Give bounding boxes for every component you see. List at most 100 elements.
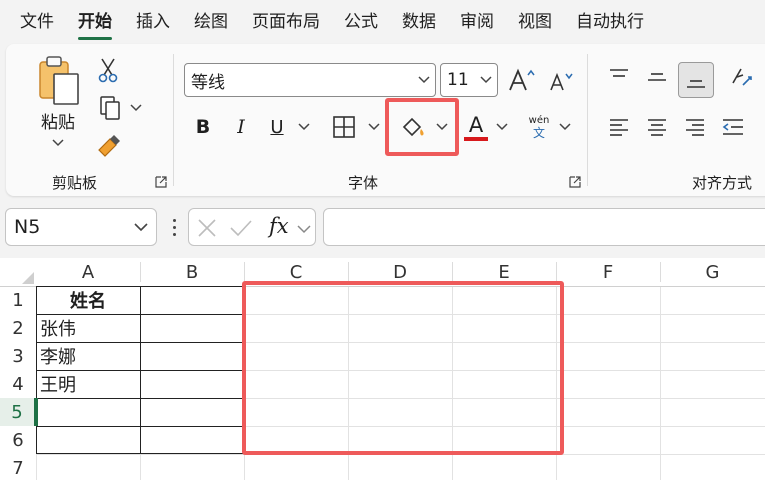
tab-2[interactable]: 插入	[124, 0, 182, 44]
font-color-letter: A	[468, 112, 484, 137]
font-color-button[interactable]: A	[458, 110, 514, 144]
align-center-icon	[648, 119, 666, 136]
row-header-3[interactable]: 3	[0, 342, 36, 370]
excel-window: 文件 开始 插入 绘图 页面布局 公式 数据 审阅 视图 自动执行 粘贴 剪贴板…	[0, 0, 765, 480]
tab-5[interactable]: 公式	[332, 0, 390, 44]
paste-icon	[39, 56, 79, 105]
chevron-down-icon	[475, 76, 497, 84]
formula-input[interactable]	[323, 208, 765, 246]
group-separator	[173, 54, 174, 186]
fill-color-highlight	[385, 98, 459, 156]
chevron-down-icon	[52, 139, 64, 147]
insert-function-button[interactable]: fx	[269, 214, 289, 238]
tab-0[interactable]: 文件	[20, 0, 66, 44]
chevron-down-icon[interactable]	[126, 222, 156, 232]
enter-icon[interactable]	[229, 218, 253, 238]
font-size-combo[interactable]: 11	[440, 63, 498, 97]
font-name-combo[interactable]: 等线	[184, 63, 436, 97]
increase-font-size-button[interactable]	[506, 64, 538, 96]
borders-icon	[333, 116, 355, 138]
cancel-icon[interactable]	[197, 218, 217, 238]
orientation-button[interactable]	[722, 62, 762, 92]
cell-A2[interactable]: 张伟	[40, 314, 136, 342]
borders-button[interactable]	[328, 112, 384, 142]
tab-7[interactable]: 审阅	[448, 0, 506, 44]
formula-bar-options-icon[interactable]	[166, 214, 182, 240]
text-orientation-icon	[732, 68, 752, 86]
cell-A1[interactable]: 姓名	[40, 286, 136, 314]
tab-3[interactable]: 绘图	[182, 0, 240, 44]
bold-button[interactable]: B	[188, 112, 218, 142]
align-left-button[interactable]	[604, 112, 634, 142]
font-group-label: 字体	[348, 174, 379, 192]
tab-6[interactable]: 数据	[390, 0, 448, 44]
tab-4[interactable]: 页面布局	[240, 0, 332, 44]
align-bottom-button[interactable]	[678, 62, 714, 98]
row-header-4[interactable]: 4	[0, 370, 36, 398]
group-separator	[587, 54, 588, 186]
decrease-font-size-button[interactable]	[546, 66, 576, 96]
decrease-indent-button[interactable]	[718, 112, 748, 142]
align-middle-icon	[648, 73, 666, 81]
row-header-5[interactable]: 5	[0, 398, 36, 426]
column-gridline	[660, 286, 661, 480]
align-middle-button[interactable]	[642, 62, 672, 92]
row-header-1[interactable]: 1	[0, 286, 36, 314]
font-name-value: 等线	[191, 72, 225, 93]
phonetic-char: 文	[532, 126, 545, 140]
increase-font-icon	[509, 68, 535, 91]
chevron-down-icon	[413, 76, 435, 84]
dialog-launcher-icon[interactable]	[569, 176, 581, 188]
align-top-button[interactable]	[604, 62, 634, 92]
paste-button[interactable]: 粘贴	[30, 54, 86, 158]
italic-label: I	[237, 116, 245, 138]
column-header-F[interactable]: F	[556, 258, 660, 286]
format-painter-button[interactable]	[94, 132, 124, 162]
underline-button[interactable]: U	[264, 112, 316, 142]
decrease-font-icon	[550, 72, 573, 91]
cell-A4[interactable]: 王明	[40, 370, 136, 398]
ribbon-tabs: 文件 开始 插入 绘图 页面布局 公式 数据 审阅 视图 自动执行	[0, 0, 765, 44]
chevron-down-icon	[130, 104, 142, 112]
alignment-group-label: 对齐方式	[692, 174, 753, 192]
align-center-button[interactable]	[642, 112, 672, 142]
table-column-border	[140, 286, 141, 454]
column-header-G[interactable]: G	[660, 258, 765, 286]
align-top-icon	[610, 69, 628, 77]
tab-1[interactable]: 开始	[66, 0, 124, 44]
phonetic-guide-button[interactable]: wén 文	[522, 110, 578, 144]
align-right-button[interactable]	[680, 112, 710, 142]
chevron-down-icon	[559, 123, 571, 131]
font-size-value: 11	[447, 70, 469, 90]
row-header-7[interactable]: 7	[0, 454, 36, 480]
dialog-launcher-icon[interactable]	[155, 176, 167, 188]
copy-button[interactable]	[92, 94, 148, 122]
chevron-down-icon[interactable]	[297, 225, 311, 234]
align-bottom-icon	[687, 80, 705, 88]
align-right-icon	[686, 119, 704, 136]
chevron-down-icon	[496, 123, 508, 131]
cell-A3[interactable]: 李娜	[40, 342, 136, 370]
phonetic-icon: wén 文	[529, 115, 550, 139]
select-all-corner[interactable]	[0, 258, 36, 286]
align-left-icon	[610, 119, 628, 136]
active-row-marker	[36, 398, 38, 426]
name-box[interactable]: N5	[5, 208, 157, 246]
font-color-bar	[464, 136, 488, 141]
column-header-A[interactable]: A	[36, 258, 140, 286]
row-header-2[interactable]: 2	[0, 314, 36, 342]
chevron-down-icon	[368, 123, 380, 131]
copy-icon	[100, 96, 120, 120]
column-header-B[interactable]: B	[140, 258, 244, 286]
clipboard-group-label: 剪贴板	[52, 174, 98, 192]
row-header-6[interactable]: 6	[0, 426, 36, 454]
italic-button[interactable]: I	[226, 112, 256, 142]
formula-actions: fx	[188, 208, 316, 246]
cut-button[interactable]	[94, 56, 122, 84]
font-color-glyph: A	[464, 114, 488, 141]
scissors-icon	[98, 58, 118, 83]
tab-9[interactable]: 自动执行	[564, 0, 656, 44]
tab-8[interactable]: 视图	[506, 0, 564, 44]
format-painter-icon	[98, 135, 120, 157]
name-box-value: N5	[14, 216, 41, 238]
